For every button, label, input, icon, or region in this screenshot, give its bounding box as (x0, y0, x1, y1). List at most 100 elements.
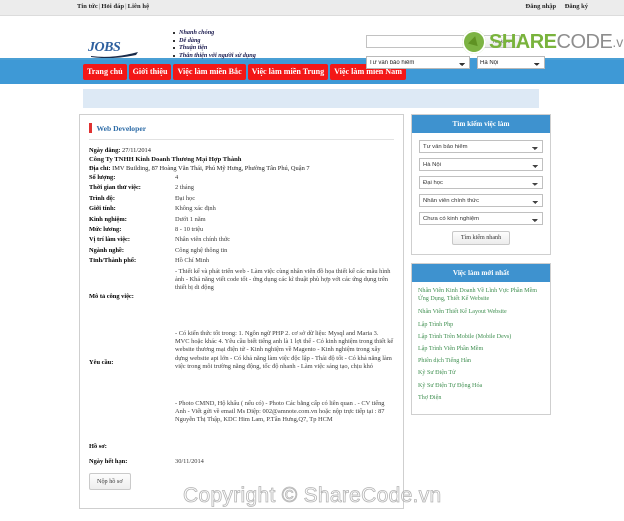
detail-value: 8 - 10 triệu (175, 226, 204, 234)
sidebar-select-experience[interactable]: Chưa có kinh nghiệm (419, 212, 543, 225)
job-detail-panel: Web Developer Ngày đăng: 27/11/2014 Công… (79, 114, 404, 509)
topbar-link-contact[interactable]: Liên hệ (128, 3, 149, 10)
login-link[interactable]: Đăng nhập (526, 3, 557, 10)
sidebar-select-category[interactable]: Tư vấn bảo hiểm (419, 140, 543, 153)
table-row: Hồ sơ: - Photo CMND, Hộ khẩu ( nếu có) -… (89, 400, 394, 458)
table-row: Số lượng: 4 (89, 174, 394, 184)
list-item[interactable]: Thợ Điện (418, 394, 544, 402)
tagline-item: Thuận tiện (173, 44, 256, 52)
list-item[interactable]: Kỹ Sư Điện Tự Động Hóa (418, 382, 544, 390)
job-search-panel-title: Tìm kiếm việc làm (412, 115, 550, 133)
detail-label: Kinh nghiệm: (89, 215, 127, 223)
apply-button[interactable]: Nộp hồ sơ (89, 473, 131, 491)
detail-value: Đại học (175, 194, 196, 202)
latest-jobs-list: Nhân Viên Kinh Doanh Về Lĩnh Vực Phần Mề… (412, 282, 550, 414)
detail-value: 4 (175, 174, 179, 181)
topbar-link-faq[interactable]: Hỏi đáp (101, 3, 124, 10)
nav-item-jobs-north[interactable]: Việc làm miền Bắc (173, 64, 246, 80)
table-row: Yêu cầu: - Có kiến thức tốt trong: 1. Ng… (89, 330, 394, 400)
site-logo[interactable]: JOBS (88, 38, 140, 58)
table-row: Giới tính: Không xác định (89, 205, 394, 215)
job-search-panel: Tìm kiếm việc làm Tư vấn bảo hiểm Hà Nội… (411, 114, 551, 255)
nav-item-home[interactable]: Trang chủ (83, 64, 127, 80)
detail-value: Dưới 1 năm (175, 215, 206, 223)
job-profile-label: Hồ sơ: (89, 443, 107, 451)
page-root: Tin tức|Hỏi đáp|Liên hệ Đăng nhập Đăng k… (0, 0, 624, 521)
detail-label: Tỉnh/Thành phố: (89, 257, 137, 265)
top-utility-bar: Tin tức|Hỏi đáp|Liên hệ Đăng nhập Đăng k… (0, 0, 624, 16)
sidebar-select-position[interactable]: Nhân viên chính thức (419, 194, 543, 207)
quick-search-button[interactable]: Tìm kiếm nhanh (451, 231, 511, 245)
table-row: Thời gian thử việc: 2 tháng (89, 184, 394, 194)
table-row: Ngành nghề: Công nghệ thông tin (89, 247, 394, 257)
list-item[interactable]: Kỹ Sư Điện Tử (418, 369, 544, 377)
job-title: Web Developer (96, 123, 147, 133)
sidebar-select-location[interactable]: Hà Nội (419, 158, 543, 171)
detail-value: Không xác định (175, 205, 216, 213)
table-row: Mô tả công việc: - Thiết kế và phát triể… (89, 268, 394, 330)
detail-value: Hồ Chí Minh (175, 257, 210, 265)
job-title-accent-bar (89, 123, 92, 133)
job-title-row: Web Developer (89, 123, 394, 140)
detail-value: 2 tháng (175, 184, 194, 192)
header-location-select[interactable]: Hà Nội (477, 56, 545, 69)
job-profile-value: - Photo CMND, Hộ khẩu ( nếu có) - Photo … (175, 399, 385, 424)
nav-item-about[interactable]: Giới thiệu (128, 64, 172, 80)
job-requirement-label: Yêu cầu: (89, 359, 114, 367)
detail-value: Công nghệ thông tin (175, 246, 228, 254)
job-post-date-row: Ngày đăng: 27/11/2014 (89, 147, 394, 154)
header-category-select[interactable]: Tư vấn bảo hiểm (366, 56, 470, 69)
detail-label: Trình độ: (89, 194, 115, 202)
main-content-area: Web Developer Ngày đăng: 27/11/2014 Công… (0, 108, 624, 509)
list-item[interactable]: Lập Trình Viên Phần Mềm (418, 345, 544, 353)
job-address-label: Địa chỉ: (89, 165, 111, 172)
latest-jobs-panel-title: Việc làm mới nhất (412, 264, 550, 282)
header-search-button[interactable]: Tìm kiếm (482, 35, 520, 48)
banner-placeholder (83, 89, 539, 108)
job-requirement-value: - Có kiến thức tốt trong: 1. Ngôn ngữ PH… (175, 329, 394, 371)
job-deadline-value: 30/11/2014 (175, 457, 204, 465)
job-description-label: Mô tả công việc: (89, 293, 134, 301)
header-search-input[interactable] (366, 35, 478, 48)
nav-item-jobs-central[interactable]: Việc làm miền Trung (247, 64, 329, 80)
job-detail-table: Số lượng: 4 Thời gian thử việc: 2 tháng … (89, 174, 394, 468)
job-search-panel-body: Tư vấn bảo hiểm Hà Nội Đại học Nhân viên… (412, 133, 550, 254)
list-item[interactable]: Phiên dịch Tiếng Hàn (418, 357, 544, 365)
list-item[interactable]: Lập Trình Trên Mobile (Mobile Devs) (418, 333, 544, 341)
tagline-item: Nhanh chóng (173, 29, 256, 37)
table-row: Kinh nghiệm: Dưới 1 năm (89, 216, 394, 226)
tagline-item: Thân thiện với người sử dụng (173, 52, 256, 60)
detail-label: Số lượng: (89, 174, 116, 181)
job-address-value: IMV Building, 87 Hoàng Văn Thái, Phú Mỹ … (112, 165, 310, 172)
latest-jobs-panel: Việc làm mới nhất Nhân Viên Kinh Doanh V… (411, 263, 551, 416)
topbar-links: Tin tức|Hỏi đáp|Liên hệ (77, 3, 149, 10)
job-description-value: - Thiết kế và phát triển web - Làm việc … (175, 267, 391, 292)
job-company-name: Công Ty TNHH Kinh Doanh Thương Mại Hợp T… (89, 156, 242, 163)
tagline-list: Nhanh chóng Dễ dàng Thuận tiện Thân thiệ… (163, 29, 256, 59)
job-address-row: Địa chỉ: IMV Building, 87 Hoàng Văn Thái… (89, 165, 394, 172)
topbar-link-news[interactable]: Tin tức (77, 3, 98, 10)
tagline-item: Dễ dàng (173, 37, 256, 45)
table-row: Mức lương: 8 - 10 triệu (89, 226, 394, 236)
sidebar-select-education[interactable]: Đại học (419, 176, 543, 189)
list-item[interactable]: Lập Trình Php (418, 321, 544, 329)
list-item[interactable]: Nhân Viên Thiết Kế Layout Website (418, 308, 544, 316)
job-post-date-label: Ngày đăng: (89, 147, 121, 154)
job-deadline-label: Ngày hết hạn: (89, 457, 128, 465)
table-row: Trình độ: Đại học (89, 195, 394, 205)
topbar-account-links: Đăng nhập Đăng ký (519, 3, 588, 10)
detail-label: Mức lương: (89, 226, 122, 234)
detail-label: Thời gian thử việc: (89, 184, 141, 192)
site-header: JOBS Nhanh chóng Dễ dàng Thuận tiện Thân… (0, 16, 624, 69)
list-item[interactable]: Nhân Viên Kinh Doanh Về Lĩnh Vực Phần Mề… (418, 287, 544, 303)
banner-area (0, 84, 624, 108)
logo-swoosh-icon (91, 52, 138, 58)
table-row: Ngày hết hạn: 30/11/2014 (89, 458, 394, 468)
sharecode-word-code: CODE (556, 30, 613, 53)
detail-label: Vị trí làm việc: (89, 236, 130, 244)
right-sidebar: Tìm kiếm việc làm Tư vấn bảo hiểm Hà Nội… (411, 114, 551, 509)
detail-value: Nhân viên chính thức (175, 236, 231, 244)
register-link[interactable]: Đăng ký (565, 3, 588, 10)
sharecode-word-tld: .vn (612, 34, 624, 50)
detail-label: Ngành nghề: (89, 246, 124, 254)
